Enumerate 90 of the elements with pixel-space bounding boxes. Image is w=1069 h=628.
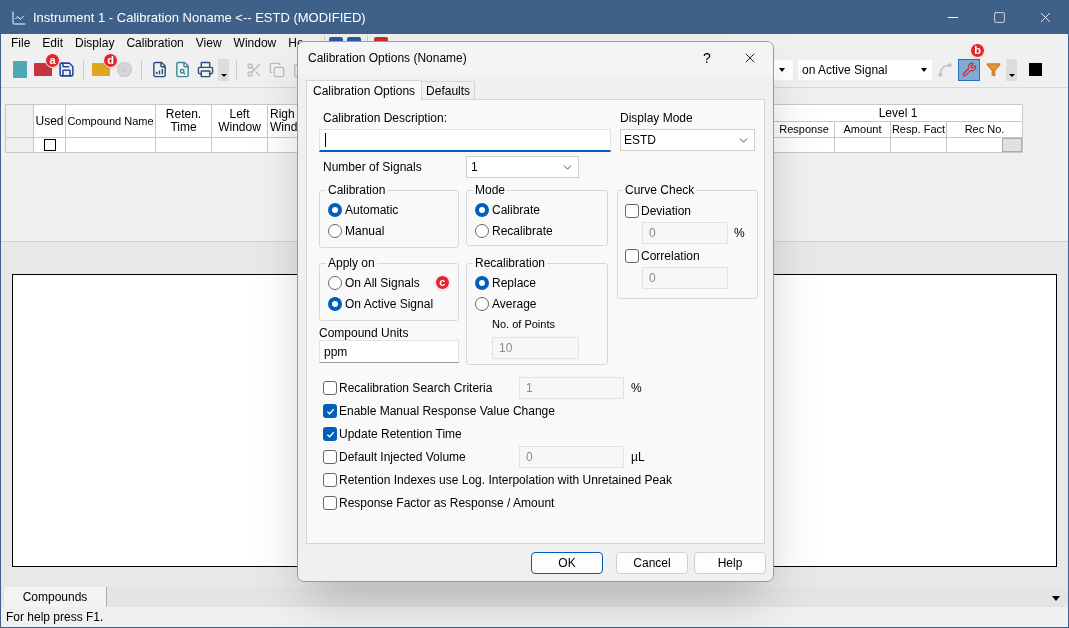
- radio-button[interactable]: [475, 223, 489, 238]
- radio-button[interactable]: [475, 202, 489, 217]
- printer-icon[interactable]: [195, 59, 215, 80]
- unit-label: %: [631, 380, 642, 397]
- radio-button[interactable]: [475, 275, 489, 290]
- radio-button[interactable]: [328, 223, 342, 238]
- description-field[interactable]: [319, 129, 611, 152]
- unit-label: %: [734, 225, 745, 242]
- text-caret: [325, 133, 326, 147]
- color-swatch[interactable]: [1029, 63, 1042, 76]
- radio-label: On All Signals: [345, 274, 420, 292]
- dialog-title: Calibration Options (Noname): [308, 50, 468, 67]
- field-label: Calibration Description:: [322, 110, 449, 123]
- menu-item[interactable]: File: [5, 34, 37, 52]
- check-icon: [325, 406, 335, 416]
- checkbox[interactable]: [323, 473, 337, 487]
- group-title: Calibration: [327, 182, 387, 199]
- radio-label: Calibrate: [492, 201, 541, 219]
- display-mode-select[interactable]: ESTD: [620, 129, 755, 151]
- column-header[interactable]: Resp. Fact: [891, 122, 947, 138]
- units-field[interactable]: ppm: [319, 340, 459, 363]
- column-header[interactable]: Used: [34, 105, 66, 138]
- checkbox-label: Recalibration Search Criteria: [339, 380, 493, 397]
- column-header[interactable]: Level 1: [774, 105, 1023, 122]
- callout-badge: d: [103, 52, 118, 68]
- checkbox[interactable]: [323, 450, 337, 464]
- unit-label: µL: [631, 449, 645, 466]
- wrench-button[interactable]: [958, 58, 980, 81]
- checkbox[interactable]: [323, 496, 337, 510]
- checkbox-label: Deviation: [641, 203, 692, 220]
- help-button[interactable]: ?: [687, 42, 727, 74]
- checkbox[interactable]: [323, 381, 337, 395]
- close-circle-icon[interactable]: [114, 59, 134, 80]
- group-title: Curve Check: [624, 182, 696, 199]
- dropdown-arrow[interactable]: [1052, 596, 1060, 601]
- radio-button[interactable]: [328, 275, 342, 290]
- callout-badge: a: [45, 52, 60, 68]
- field-label: No. of Points: [492, 317, 556, 332]
- row-header-cell[interactable]: [6, 138, 34, 153]
- dialog-tab[interactable]: Defaults: [421, 81, 476, 99]
- checkbox[interactable]: [43, 139, 56, 151]
- checkbox[interactable]: [625, 204, 639, 218]
- save-icon[interactable]: [56, 59, 76, 80]
- menu-item[interactable]: Display: [69, 34, 121, 52]
- dialog-button[interactable]: Help: [694, 552, 766, 574]
- radio-button[interactable]: [475, 296, 489, 311]
- radio-label: Manual: [345, 222, 385, 240]
- menu-item[interactable]: View: [189, 34, 228, 52]
- minimize-icon: [948, 17, 958, 18]
- radio-label: Automatic: [345, 201, 399, 219]
- menu-item[interactable]: Window: [227, 34, 283, 52]
- group-title: Apply on: [327, 255, 376, 272]
- column-header[interactable]: Amount: [835, 122, 891, 138]
- sheet-tab[interactable]: Compounds: [4, 587, 107, 607]
- check-icon: [325, 429, 335, 439]
- dialog-button[interactable]: Cancel: [616, 552, 688, 574]
- radio-button[interactable]: [328, 202, 342, 217]
- dialog-tab[interactable]: Calibration Options: [306, 80, 423, 100]
- checkbox[interactable]: [625, 249, 639, 263]
- column-header[interactable]: Left Window: [212, 105, 268, 138]
- window-title: Instrument 1 - Calibration Noname <-- ESTD (MODIFIED): [33, 8, 367, 27]
- checkbox-label: Update Retention Time: [339, 426, 462, 443]
- checkbox-label: Retention Indexes use Log. Interpolation with Unretained Peak: [339, 472, 672, 489]
- radio-label: On Active Signal: [345, 295, 434, 313]
- checkbox-label: Default Injected Volume: [339, 449, 466, 466]
- callout-badge: c: [434, 275, 450, 290]
- signals-select[interactable]: 1: [466, 156, 579, 178]
- column-header[interactable]: Compound Name: [66, 105, 156, 138]
- status-text: For help press F1.: [6, 609, 104, 626]
- checkbox-label: Correlation: [641, 248, 700, 265]
- group-title: Mode: [474, 182, 507, 199]
- field-label: Compound Units: [319, 325, 410, 340]
- checkbox-label: Enable Manual Response Value Change: [339, 403, 555, 420]
- column-header[interactable]: Reten. Time: [156, 105, 212, 138]
- checkbox-label: Response Factor as Response / Amount: [339, 495, 555, 512]
- maximize-icon: [992, 11, 1006, 24]
- field-label: Display Mode: [620, 110, 694, 123]
- dialog-button[interactable]: OK: [531, 552, 603, 574]
- radio-button[interactable]: [328, 296, 342, 311]
- field-label: Number of Signals: [322, 159, 423, 176]
- radio-label: Recalibrate: [492, 222, 553, 240]
- radio-label: Replace: [492, 274, 537, 292]
- chart-icon: [11, 9, 27, 26]
- menu-item[interactable]: Edit: [36, 34, 70, 52]
- checkbox[interactable]: [323, 404, 337, 418]
- checkbox[interactable]: [323, 427, 337, 441]
- radio-label: Average: [492, 295, 537, 313]
- group-title: Recalibration: [474, 255, 547, 272]
- signal-combo[interactable]: on Active Signal: [798, 59, 932, 80]
- menu-item[interactable]: Calibration: [120, 34, 190, 52]
